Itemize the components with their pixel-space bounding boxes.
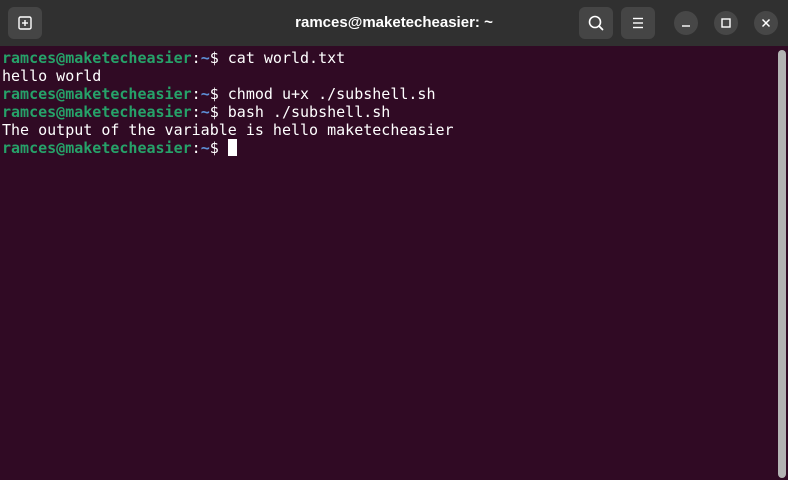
window-title: ramces@maketecheasier: ~ (295, 14, 493, 31)
scrollbar[interactable] (778, 50, 786, 478)
terminal-line: hello world (2, 67, 776, 85)
command-text: chmod u+x ./subshell.sh (227, 85, 436, 103)
close-button[interactable] (754, 11, 778, 35)
text-cursor (227, 139, 237, 156)
prompt-path: ~ (200, 49, 210, 67)
prompt-symbol: $ (209, 103, 228, 121)
terminal-line: ramces@maketecheasier:~$ chmod u+x ./sub… (2, 85, 776, 103)
prompt-symbol: $ (209, 49, 228, 67)
prompt-path: ~ (200, 85, 210, 103)
prompt-user: ramces@maketecheasier (2, 85, 192, 103)
maximize-icon (721, 18, 731, 28)
terminal-line: ramces@maketecheasier:~$ (2, 139, 776, 157)
hamburger-menu-icon (633, 17, 643, 29)
prompt-path: ~ (200, 139, 210, 157)
prompt-user: ramces@maketecheasier (2, 49, 192, 67)
prompt-path: ~ (200, 103, 210, 121)
prompt-user: ramces@maketecheasier (2, 103, 192, 121)
title-bar[interactable]: ramces@maketecheasier: ~ (0, 0, 788, 46)
close-icon (761, 18, 771, 28)
new-tab-icon (18, 16, 32, 30)
command-text: cat world.txt (227, 49, 346, 67)
terminal-output[interactable]: ramces@maketecheasier:~$ cat world.txt h… (0, 46, 776, 480)
prompt-colon: : (191, 49, 201, 67)
search-button[interactable] (579, 7, 613, 39)
prompt-user: ramces@maketecheasier (2, 139, 192, 157)
terminal-line: The output of the variable is hello make… (2, 121, 776, 139)
minimize-button[interactable] (674, 11, 698, 35)
prompt-symbol: $ (209, 139, 228, 157)
prompt-colon: : (191, 85, 201, 103)
prompt-symbol: $ (209, 85, 228, 103)
new-tab-button[interactable] (8, 7, 42, 39)
command-text: bash ./subshell.sh (227, 103, 391, 121)
output-text: hello world (2, 67, 102, 85)
prompt-colon: : (191, 103, 201, 121)
terminal-line: ramces@maketecheasier:~$ bash ./subshell… (2, 103, 776, 121)
output-text: The output of the variable is hello make… (2, 121, 454, 139)
search-icon (588, 15, 604, 31)
terminal-line: ramces@maketecheasier:~$ cat world.txt (2, 49, 776, 67)
minimize-icon (682, 25, 690, 27)
terminal-window: ramces@maketecheasier: ~ ramces@maketech… (0, 0, 788, 480)
maximize-button[interactable] (714, 11, 738, 35)
prompt-colon: : (191, 139, 201, 157)
menu-button[interactable] (621, 7, 655, 39)
